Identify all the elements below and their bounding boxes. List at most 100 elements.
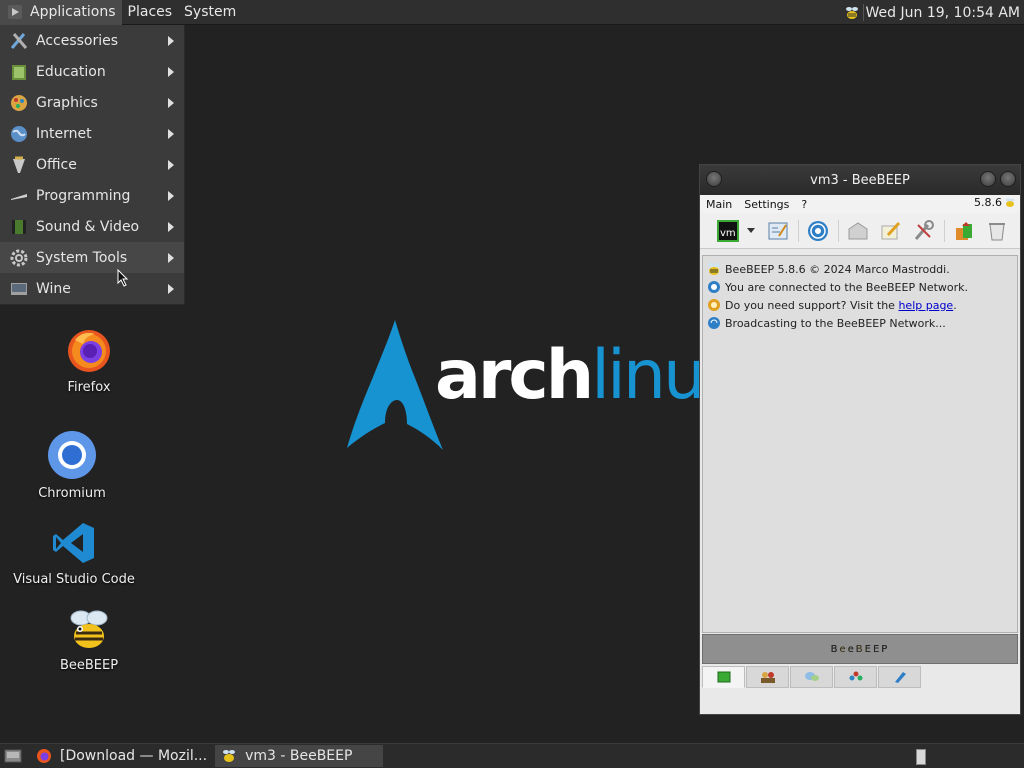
- beebeep-task-icon: [223, 750, 236, 762]
- wine-icon: [8, 278, 30, 300]
- applications-icon: [6, 3, 24, 21]
- applications-menu[interactable]: Applications: [0, 0, 122, 25]
- send-message-button[interactable]: [845, 218, 871, 244]
- beebeep-bar-text: BeeBEEP: [830, 643, 890, 655]
- applications-menu-label: Applications: [30, 4, 116, 20]
- chat-monitor-icon: [717, 671, 730, 683]
- window-toolbar: vm: [700, 213, 1020, 249]
- desktop-icon-label: BeeBEEP: [59, 658, 119, 673]
- submenu-arrow-icon: [168, 191, 174, 201]
- places-menu-label: Places: [127, 4, 173, 20]
- desktop-icon-firefox[interactable]: Firefox: [14, 326, 164, 395]
- desktop-icon-label: Firefox: [67, 380, 111, 395]
- menu-item-accessories[interactable]: Accessories: [0, 25, 184, 56]
- firefox-task-icon: [37, 749, 51, 763]
- desktop-icon-beebeep[interactable]: BeeBEEP: [14, 608, 164, 673]
- network-button[interactable]: [805, 218, 831, 244]
- system-menu-label: System: [184, 4, 237, 20]
- menu-help[interactable]: ?: [801, 198, 807, 211]
- clock-text: Wed Jun 19, 10:54 AM: [865, 4, 1020, 21]
- chat-line: Do you need support? Visit the help page…: [707, 296, 1013, 314]
- chat-bubbles-icon: [804, 672, 819, 681]
- clock[interactable]: Wed Jun 19, 10:54 AM: [844, 0, 1020, 25]
- tools-button[interactable]: [911, 218, 937, 244]
- menu-item-label: Internet: [36, 125, 92, 142]
- groups-icon: [849, 671, 862, 681]
- places-menu[interactable]: Places: [122, 0, 179, 25]
- menu-item-internet[interactable]: Internet: [0, 118, 184, 149]
- profile-card-icon: [768, 222, 788, 239]
- graphics-icon: [8, 92, 30, 114]
- minimize-button[interactable]: [980, 171, 996, 187]
- support-suffix: .: [953, 298, 957, 312]
- toolbar-separator: [798, 219, 799, 242]
- menu-item-system-tools[interactable]: System Tools: [0, 242, 184, 273]
- task-firefox[interactable]: [Download — Mozil...: [30, 745, 213, 767]
- bee-icon: [707, 262, 721, 276]
- beebeep-icon: [70, 610, 108, 648]
- trash-button[interactable]: [984, 218, 1010, 244]
- window-title: vm3 - BeeBEEP: [810, 172, 910, 188]
- programming-icon: [8, 185, 30, 207]
- menu-item-label: Accessories: [36, 32, 119, 49]
- education-icon: [8, 61, 30, 83]
- status-dropdown-icon[interactable]: [747, 219, 757, 243]
- desktop-icon-label: Visual Studio Code: [13, 572, 135, 587]
- tab-notes[interactable]: [878, 666, 921, 688]
- task-label: [Download — Mozil...: [60, 748, 208, 764]
- desktop-icon-chromium[interactable]: Chromium: [0, 430, 147, 501]
- workspace-pager[interactable]: [916, 749, 926, 765]
- chat-area[interactable]: BeeBEEP 5.8.6 © 2024 Marco Mastroddi. Yo…: [702, 255, 1018, 633]
- submenu-arrow-icon: [168, 222, 174, 232]
- status-button[interactable]: vm: [716, 218, 740, 244]
- share-files-button[interactable]: [951, 218, 977, 244]
- bee-tray-icon[interactable]: [844, 5, 860, 21]
- tab-chats[interactable]: [790, 666, 833, 688]
- menu-main[interactable]: Main: [706, 198, 732, 211]
- broadcast-icon: [707, 316, 721, 330]
- chat-text: Broadcasting to the BeeBEEP Network...: [725, 316, 946, 330]
- chat-line: Broadcasting to the BeeBEEP Network...: [707, 314, 1013, 332]
- trash-icon: [989, 222, 1005, 240]
- menu-item-office[interactable]: Office: [0, 149, 184, 180]
- write-note-button[interactable]: [878, 218, 904, 244]
- arch-triangle-icon: [347, 320, 443, 450]
- edit-profile-button[interactable]: [765, 218, 791, 244]
- taskbar: [Download — Mozil... vm3 - BeeBEEP: [0, 743, 1024, 768]
- toolbar-separator: [838, 219, 839, 242]
- submenu-arrow-icon: [168, 98, 174, 108]
- help-page-link[interactable]: help page: [898, 299, 953, 312]
- tab-chat[interactable]: [702, 666, 745, 688]
- internet-icon: [8, 123, 30, 145]
- menu-item-graphics[interactable]: Graphics: [0, 87, 184, 118]
- task-label: vm3 - BeeBEEP: [245, 748, 353, 764]
- window-titlebar[interactable]: vm3 - BeeBEEP: [700, 165, 1020, 195]
- accessories-icon: [8, 30, 30, 52]
- tab-users[interactable]: [746, 666, 789, 688]
- tab-groups[interactable]: [834, 666, 877, 688]
- menu-item-programming[interactable]: Programming: [0, 180, 184, 211]
- maximize-button[interactable]: [1000, 171, 1016, 187]
- beebeep-status-bar: BeeBEEP: [702, 634, 1018, 664]
- menu-item-wine[interactable]: Wine: [0, 273, 184, 304]
- menu-item-label: Wine: [36, 280, 71, 297]
- menu-settings[interactable]: Settings: [744, 198, 789, 211]
- notes-icon: [894, 672, 906, 683]
- window-menu-button[interactable]: [706, 171, 722, 187]
- show-desktop-button[interactable]: [2, 747, 24, 765]
- vscode-icon: [53, 523, 94, 563]
- office-icon: [8, 154, 30, 176]
- submenu-arrow-icon: [168, 160, 174, 170]
- chat-line: You are connected to the BeeBEEP Network…: [707, 278, 1013, 296]
- task-beebeep[interactable]: vm3 - BeeBEEP: [215, 745, 384, 767]
- system-tools-icon: [8, 247, 30, 269]
- view-tabs: [702, 666, 922, 690]
- system-menu[interactable]: System: [178, 0, 242, 25]
- submenu-arrow-icon: [168, 284, 174, 294]
- support-text: Do you need support? Visit the: [725, 298, 899, 312]
- menu-item-label: Sound & Video: [36, 218, 140, 235]
- chat-line: BeeBEEP 5.8.6 © 2024 Marco Mastroddi.: [707, 260, 1013, 278]
- desktop-icon-vscode[interactable]: Visual Studio Code: [0, 520, 149, 587]
- menu-item-education[interactable]: Education: [0, 56, 184, 87]
- menu-item-sound-video[interactable]: Sound & Video: [0, 211, 184, 242]
